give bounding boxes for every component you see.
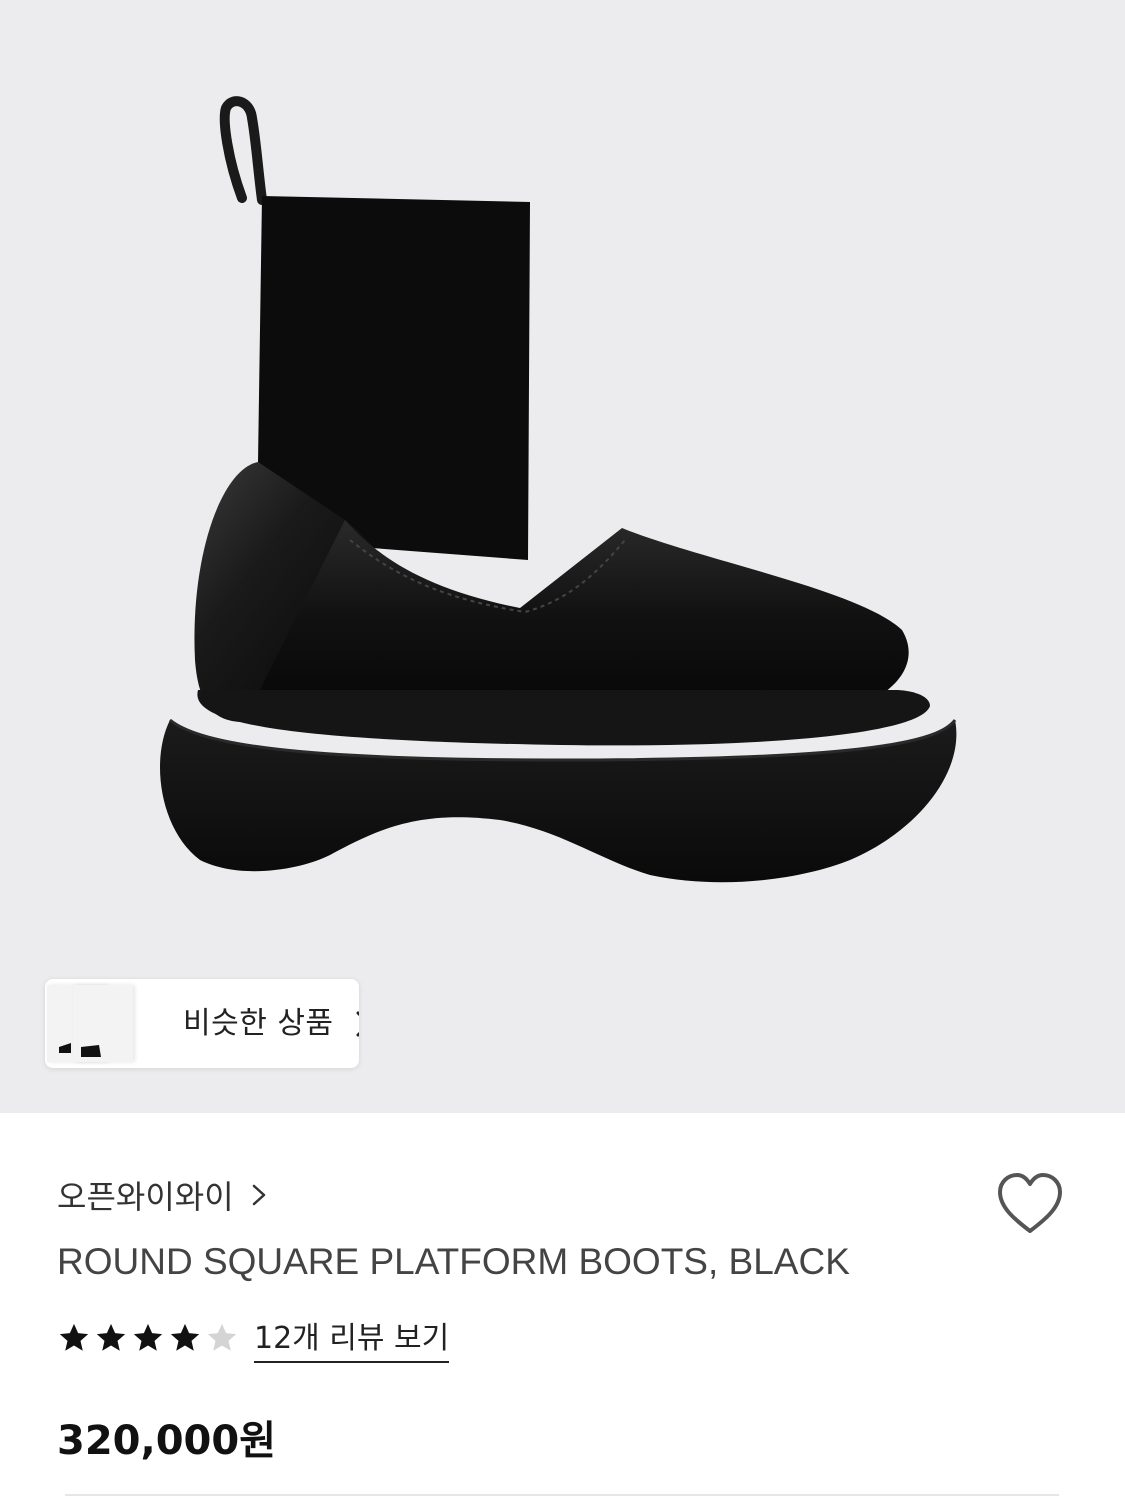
star-empty-icon xyxy=(207,1323,237,1351)
heart-outline-icon[interactable] xyxy=(994,1171,1066,1237)
similar-product-thumbnail xyxy=(73,985,133,1062)
brand-name: 오픈와이와이 xyxy=(57,1178,234,1216)
similar-products-label: 비슷한 상품 xyxy=(183,1006,334,1041)
similar-products-button[interactable]: 비슷한 상품 xyxy=(45,979,359,1068)
product-image-area[interactable]: 비슷한 상품 xyxy=(0,0,1125,1113)
product-image[interactable] xyxy=(0,0,1125,1113)
product-info: 오픈와이와이 ROUND SQUARE PLATFORM BOOTS, BLAC… xyxy=(0,1113,1125,1497)
star-filled-icon xyxy=(170,1323,200,1351)
similar-product-thumbnails xyxy=(45,979,155,1068)
star-rating xyxy=(57,1321,242,1355)
review-link[interactable]: 12개 리뷰 보기 xyxy=(254,1313,450,1363)
brand-link[interactable]: 오픈와이와이 xyxy=(57,1173,270,1217)
divider xyxy=(65,1494,1059,1496)
star-filled-icon xyxy=(59,1323,89,1351)
product-price: 320,000원 xyxy=(57,1418,276,1464)
chevron-right-icon xyxy=(356,1011,359,1037)
chevron-right-icon xyxy=(252,1184,265,1206)
star-filled-icon xyxy=(96,1323,126,1351)
star-filled-icon xyxy=(133,1323,163,1351)
product-title: ROUND SQUARE PLATFORM BOOTS, BLACK xyxy=(57,1241,850,1282)
rating-row: 12개 리뷰 보기 xyxy=(57,1313,450,1363)
